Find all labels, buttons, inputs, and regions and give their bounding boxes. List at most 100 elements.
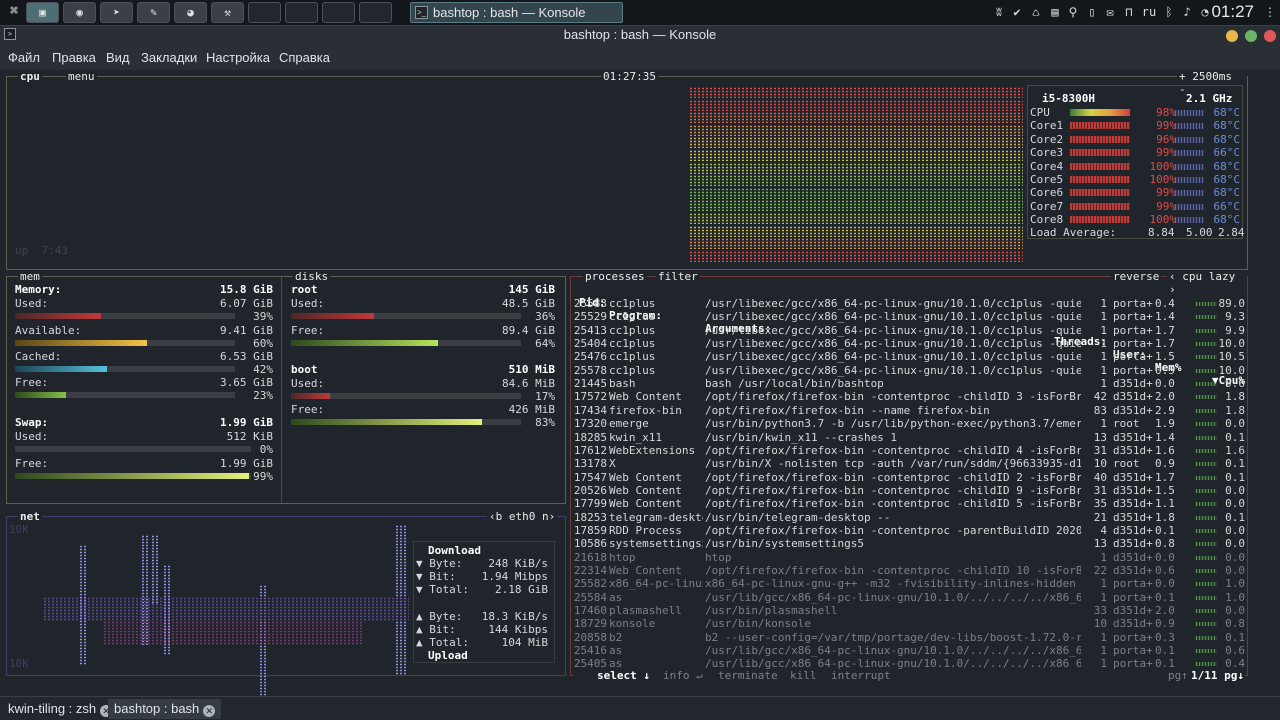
menu-item[interactable]: Настройка bbox=[206, 50, 270, 65]
telegram-app-icon[interactable]: ➤ bbox=[100, 2, 133, 23]
cell-pid: 17434 bbox=[573, 403, 607, 417]
select-key[interactable]: select ↓ bbox=[597, 669, 650, 682]
cpu-graph-band bbox=[689, 124, 1023, 136]
menu-label[interactable]: menu bbox=[66, 70, 97, 83]
cell-args: /usr/libexec/gcc/x86_64-pc-linux-gnu/10.… bbox=[705, 310, 1081, 324]
network-settings-icon[interactable]: ʬ bbox=[990, 3, 1008, 21]
cell-args: /usr/libexec/gcc/x86_64-pc-linux-gnu/10.… bbox=[705, 363, 1081, 377]
table-row[interactable]: 17859 RDD Process/opt/firefox/firefox-bin… bbox=[573, 524, 1245, 537]
free-label: Free: bbox=[15, 376, 49, 389]
close-button[interactable] bbox=[1264, 30, 1276, 42]
kdeconnect-icon[interactable]: ▯ bbox=[1083, 3, 1101, 21]
table-row[interactable]: 20526 Web Content/opt/firefox/firefox-bin… bbox=[573, 484, 1245, 497]
table-row[interactable]: 25413 cc1plus/usr/libexec/gcc/x86_64-pc-l… bbox=[573, 324, 1245, 337]
cpu-graph-band bbox=[689, 175, 1023, 187]
page-indicator[interactable]: 1/11 pg↓ bbox=[1191, 669, 1244, 682]
table-row[interactable]: 10586 systemsettings5/usr/bin/systemsetti… bbox=[573, 537, 1245, 550]
empty-desktop-slot[interactable] bbox=[322, 2, 355, 23]
cell-mem: 1.8 bbox=[1155, 510, 1175, 524]
check-icon[interactable]: ✔ bbox=[1008, 3, 1026, 21]
tool-app-icon[interactable]: ⚒ bbox=[211, 2, 244, 23]
firefox-app-icon[interactable]: ◉ bbox=[63, 2, 96, 23]
table-row[interactable]: 25529 cc1plus/usr/libexec/gcc/x86_64-pc-l… bbox=[573, 310, 1245, 323]
clock[interactable]: 01:27 bbox=[1211, 1, 1254, 23]
table-row[interactable]: 17572 Web Content/opt/firefox/firefox-bin… bbox=[573, 390, 1245, 403]
cell-pid: 25529 bbox=[573, 310, 607, 324]
terminate-key[interactable]: terminate bbox=[718, 669, 778, 682]
table-row[interactable]: 17434 firefox-bin/opt/firefox/firefox-bin… bbox=[573, 404, 1245, 417]
table-row[interactable]: 25416 as/usr/lib/gcc/x86_64-pc-linux-gnu/… bbox=[573, 644, 1245, 657]
menu-item[interactable]: Правка bbox=[52, 50, 96, 65]
table-row[interactable]: 13178 X/usr/bin/X -nolisten tcp -auth /va… bbox=[573, 457, 1245, 470]
table-row[interactable]: 25584 as/usr/lib/gcc/x86_64-pc-linux-gnu/… bbox=[573, 591, 1245, 604]
cell-pid: 21445 bbox=[573, 377, 607, 391]
swap-free-bar bbox=[15, 473, 251, 479]
konsole-app-icon[interactable]: ▣ bbox=[26, 2, 59, 23]
eye-app-icon[interactable]: ◕ bbox=[174, 2, 207, 23]
ul-bit-value: 144 Kibps bbox=[488, 623, 548, 636]
table-row[interactable]: 17460 plasmashell/usr/bin/plasmashell 33 d3… bbox=[573, 604, 1245, 617]
table-row[interactable]: 17799 Web Content/opt/firefox/firefox-bin… bbox=[573, 497, 1245, 510]
cell-threads: 1 bbox=[1100, 417, 1107, 431]
info-key[interactable]: info ↵ bbox=[663, 669, 703, 682]
empty-desktop-slot[interactable] bbox=[285, 2, 318, 23]
minimize-button[interactable] bbox=[1226, 30, 1238, 42]
mail-icon[interactable]: ✉ bbox=[1101, 3, 1119, 21]
page-up-key[interactable]: pg↑ bbox=[1168, 669, 1188, 682]
cell-user: d351d+ bbox=[1113, 377, 1153, 391]
top-panel: ⌘ ▣ ◉ ➤ ✎ ◕ ⚒ >_ bashtop : bash — Konsole ʬ ✔ … bbox=[0, 0, 1280, 25]
table-row[interactable]: 17612 WebExtensions/opt/firefox/firefox-b… bbox=[573, 444, 1245, 457]
cell-user: porta+ bbox=[1113, 310, 1153, 324]
table-row[interactable]: 22314 Web Content/opt/firefox/firefox-bin… bbox=[573, 564, 1245, 577]
root-used-label: Used: bbox=[291, 297, 325, 310]
terminal[interactable]: cpu menu 01:27:35 + 2500ms - up 7:43 i5-… bbox=[0, 70, 1280, 720]
table-row[interactable]: 25476 cc1plus/usr/libexec/gcc/x86_64-pc-l… bbox=[573, 350, 1245, 363]
window-titlebar[interactable]: > bashtop : bash — Konsole bbox=[0, 25, 1280, 45]
table-row[interactable]: 25582 x86_64-pc-linux x86_64-pc-linux-gnu-… bbox=[573, 577, 1245, 590]
filter-label[interactable]: filter bbox=[656, 270, 700, 283]
interrupt-key[interactable]: interrupt bbox=[831, 669, 891, 682]
kill-key[interactable]: kill bbox=[790, 669, 817, 682]
maximize-button[interactable] bbox=[1245, 30, 1257, 42]
table-row[interactable]: 18285 kwin_x11/usr/bin/kwin_x11 --crashes… bbox=[573, 431, 1245, 444]
dl-bit-label: ▼ Bit: bbox=[416, 570, 456, 583]
table-row[interactable]: 21618 htop htop 1 d351d+ 0.0 0.0 bbox=[573, 551, 1245, 564]
cell-mem: 0.8 bbox=[1155, 537, 1175, 551]
task-konsole[interactable]: >_ bashtop : bash — Konsole bbox=[410, 2, 623, 23]
app-launcher-icon[interactable]: ⌘ bbox=[6, 4, 22, 20]
table-row[interactable]: 18253 telegram-deskto/usr/bin/telegram-de… bbox=[573, 511, 1245, 524]
tab-kwin-tiling[interactable]: kwin-tiling : zsh ✕ bbox=[2, 699, 118, 719]
table-row[interactable]: 25583 cc1plus/usr/libexec/gcc/x86_64-pc-l… bbox=[573, 297, 1245, 310]
table-row[interactable]: 17547 Web Content/opt/firefox/firefox-bin… bbox=[573, 471, 1245, 484]
cpu-sparkline bbox=[1195, 528, 1217, 533]
updates-icon[interactable]: ♺ bbox=[1027, 3, 1045, 21]
menu-item[interactable]: Файл bbox=[8, 50, 40, 65]
menu-item[interactable]: Вид bbox=[106, 50, 130, 65]
cell-mem: 1.6 bbox=[1155, 443, 1175, 457]
empty-desktop-slot[interactable] bbox=[359, 2, 392, 23]
volume-icon[interactable]: ♪ bbox=[1178, 3, 1196, 21]
table-row[interactable]: 20858 b2 b2 --user-config=/var/tmp/portage… bbox=[573, 631, 1245, 644]
tab-bashtop[interactable]: bashtop : bash ✕ bbox=[108, 699, 222, 719]
panel-menu-icon[interactable]: ⋮ bbox=[1261, 3, 1279, 21]
table-row[interactable]: 25578 cc1plus/usr/libexec/gcc/x86_64-pc-l… bbox=[573, 364, 1245, 377]
keyboard-layout[interactable]: ru bbox=[1140, 3, 1158, 21]
reverse-label[interactable]: reverse bbox=[1111, 270, 1162, 283]
location-icon[interactable]: ⚲ bbox=[1064, 3, 1082, 21]
table-row[interactable]: 25404 cc1plus/usr/libexec/gcc/x86_64-pc-l… bbox=[573, 337, 1245, 350]
net-interface[interactable]: ‹b eth0 n› bbox=[487, 510, 558, 523]
empty-desktop-slot[interactable] bbox=[248, 2, 281, 23]
podcast-app-icon[interactable]: ✎ bbox=[137, 2, 170, 23]
cell-pid: 21618 bbox=[573, 550, 607, 564]
table-row[interactable]: 18729 konsole/usr/bin/konsole 10 d351d+ 0.9 0… bbox=[573, 617, 1245, 630]
boot-total: 510 MiB bbox=[508, 363, 555, 376]
table-row[interactable]: 17320 emerge/usr/bin/python3.7 -b /usr/li… bbox=[573, 417, 1245, 430]
close-tab-icon[interactable]: ✕ bbox=[203, 705, 216, 717]
table-row[interactable]: 21445 bash bash /usr/local/bin/bashtop 1 d35… bbox=[573, 377, 1245, 390]
bluetooth-icon[interactable]: ᛒ bbox=[1160, 3, 1178, 21]
menu-item[interactable]: Справка bbox=[279, 50, 330, 65]
lock-icon[interactable]: ⊓ bbox=[1120, 3, 1138, 21]
clipboard-icon[interactable]: ▤ bbox=[1046, 3, 1064, 21]
core-usage-bar bbox=[1070, 216, 1130, 224]
menu-item[interactable]: Закладки bbox=[141, 50, 197, 65]
